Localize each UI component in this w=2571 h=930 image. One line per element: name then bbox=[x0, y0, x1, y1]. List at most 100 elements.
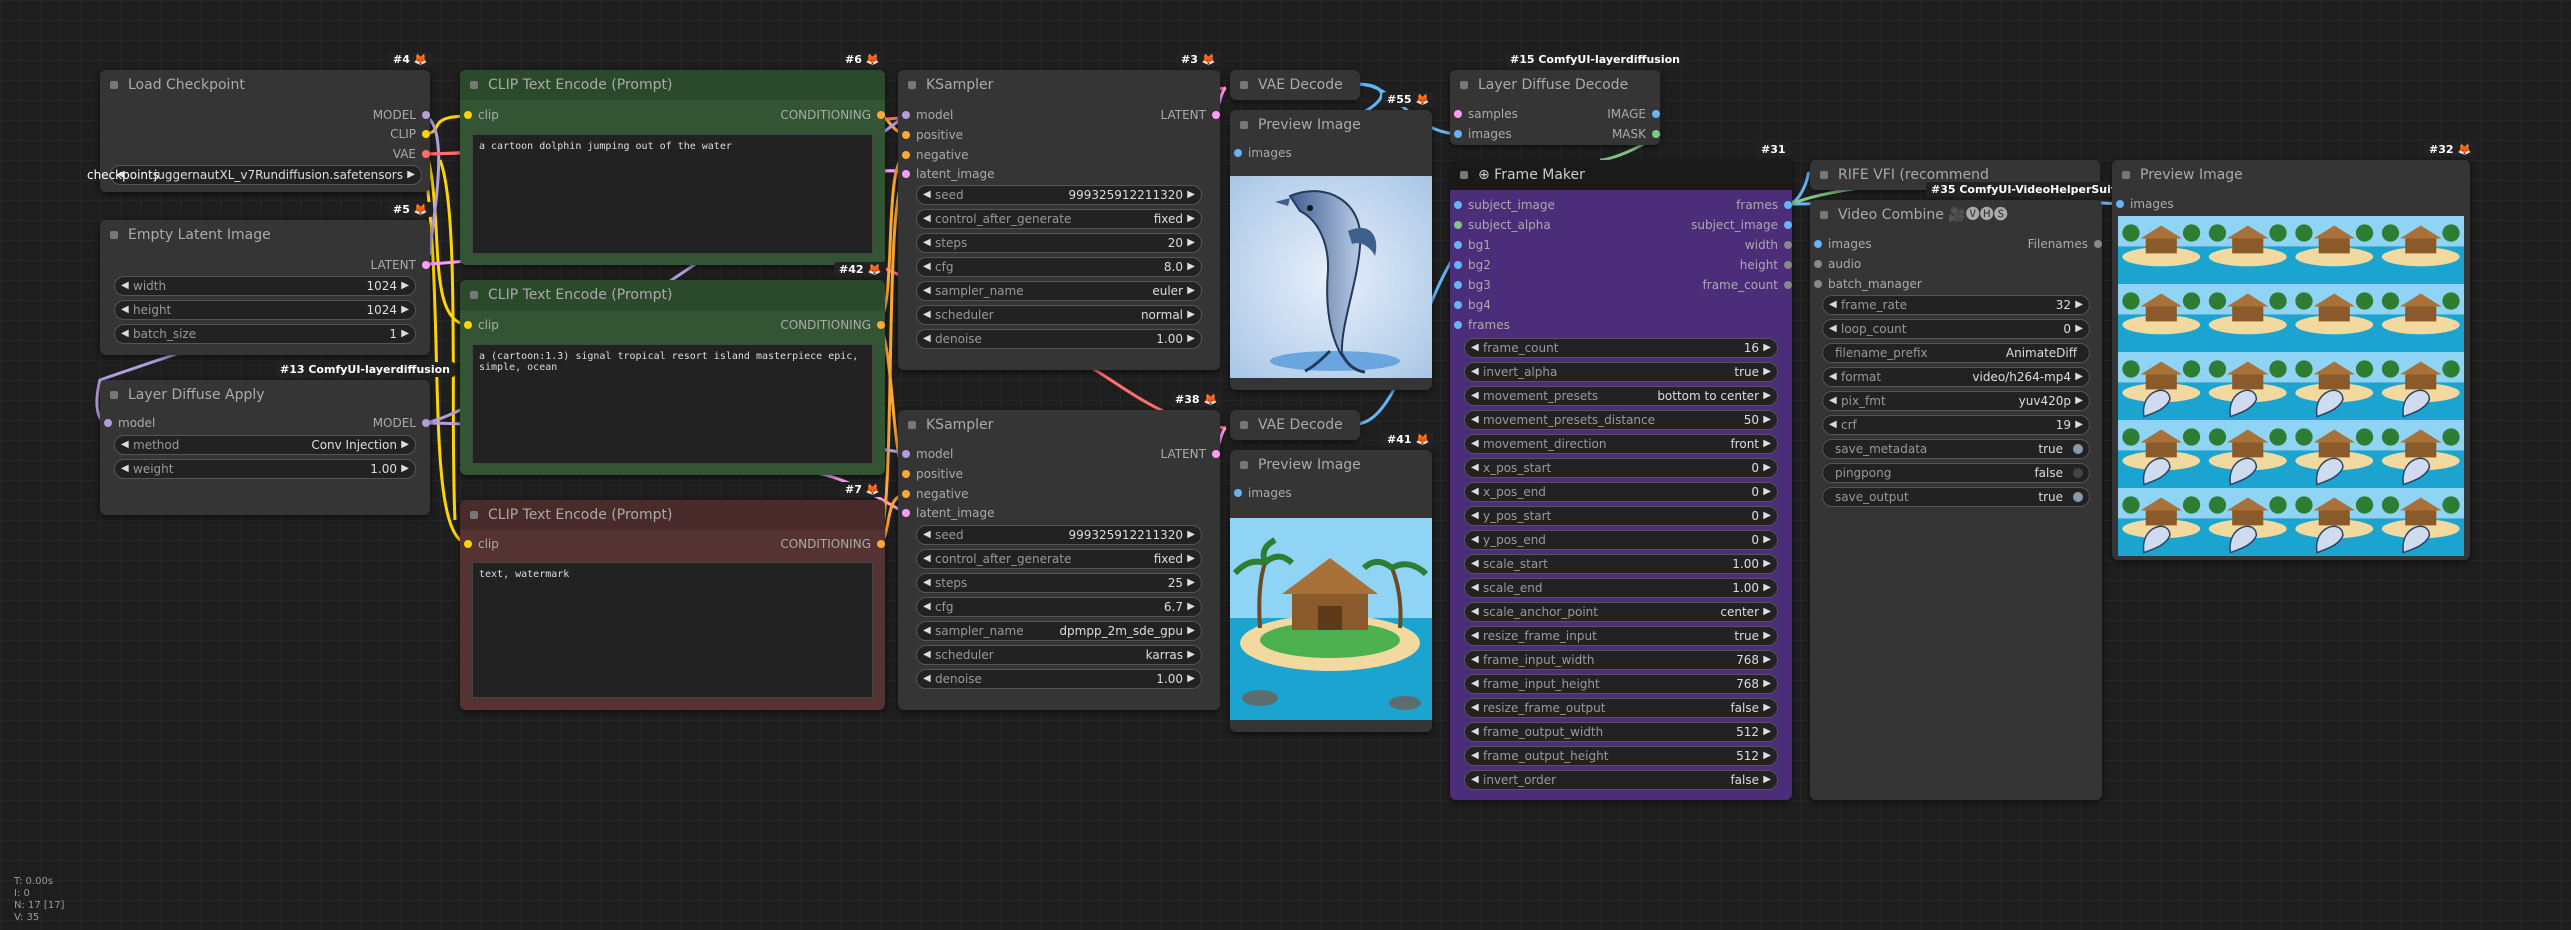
method-widget[interactable]: ◀ method Conv Injection ▶ bbox=[114, 435, 416, 455]
node-title[interactable]: Preview Image bbox=[1230, 450, 1432, 480]
arrow-left-icon[interactable]: ◀ bbox=[923, 598, 931, 616]
clip-text-encode-negative-node[interactable]: CLIP Text Encode (Prompt) clip CONDITION… bbox=[460, 500, 885, 710]
height-widget[interactable]: ◀ height 1024 ▶ bbox=[114, 300, 416, 320]
arrow-left-icon[interactable]: ◀ bbox=[1471, 531, 1479, 549]
arrow-left-icon[interactable]: ◀ bbox=[121, 325, 129, 343]
arrow-left-icon[interactable]: ◀ bbox=[1471, 483, 1479, 501]
sampler-name-widget[interactable]: ◀ sampler_name euler ▶ bbox=[916, 281, 1202, 301]
prompt-textarea[interactable]: text, watermark bbox=[472, 562, 873, 698]
arrow-left-icon[interactable]: ◀ bbox=[1471, 387, 1479, 405]
arrow-right-icon[interactable]: ▶ bbox=[1763, 339, 1771, 357]
y-pos-start-widget[interactable]: ◀ y_pos_start 0 ▶ bbox=[1464, 506, 1778, 526]
node-title[interactable]: CLIP Text Encode (Prompt) bbox=[460, 70, 885, 100]
seed-widget[interactable]: ◀ seed 999325912211320 ▶ bbox=[916, 525, 1202, 545]
arrow-right-icon[interactable]: ▶ bbox=[401, 325, 409, 343]
x-pos-start-widget[interactable]: ◀ x_pos_start 0 ▶ bbox=[1464, 458, 1778, 478]
input-images[interactable]: images bbox=[1810, 235, 1872, 253]
input-samples[interactable]: samples bbox=[1450, 105, 1518, 123]
input-frames[interactable]: frames bbox=[1450, 316, 1510, 334]
ksampler-node[interactable]: KSampler model positive negative latent_… bbox=[898, 410, 1220, 710]
collapse-dot[interactable] bbox=[470, 81, 478, 89]
input-bg1[interactable]: bg1 bbox=[1450, 236, 1491, 254]
x-pos-end-widget[interactable]: ◀ x_pos_end 0 ▶ bbox=[1464, 482, 1778, 502]
input-model[interactable]: model bbox=[898, 106, 953, 124]
arrow-right-icon[interactable]: ▶ bbox=[1763, 723, 1771, 741]
input-images[interactable]: images bbox=[1450, 125, 1512, 143]
arrow-left-icon[interactable]: ◀ bbox=[1471, 603, 1479, 621]
crf-widget[interactable]: ◀ crf 19 ▶ bbox=[1822, 415, 2090, 435]
pingpong-widget[interactable]: pingpong false bbox=[1822, 463, 2090, 483]
arrow-right-icon[interactable]: ▶ bbox=[1763, 483, 1771, 501]
arrow-left-icon[interactable]: ◀ bbox=[1829, 392, 1837, 410]
layer-diffuse-apply-node[interactable]: Layer Diffuse Apply model MODEL ◀ method C… bbox=[100, 380, 430, 515]
output-model[interactable]: MODEL bbox=[373, 106, 430, 124]
node-title[interactable]: Empty Latent Image bbox=[100, 220, 430, 250]
output-frame-count[interactable]: frame_count bbox=[1703, 276, 1792, 294]
node-title[interactable]: Layer Diffuse Decode bbox=[1450, 70, 1660, 100]
save-output-widget[interactable]: save_output true bbox=[1822, 487, 2090, 507]
collapse-dot[interactable] bbox=[1820, 211, 1828, 219]
collapse-dot[interactable] bbox=[110, 81, 118, 89]
arrow-right-icon[interactable]: ▶ bbox=[1187, 526, 1195, 544]
toggle-knob-icon[interactable] bbox=[2073, 444, 2083, 454]
arrow-right-icon[interactable]: ▶ bbox=[1187, 330, 1195, 348]
input-negative[interactable]: negative bbox=[898, 485, 968, 503]
input-positive[interactable]: positive bbox=[898, 126, 963, 144]
arrow-right-icon[interactable]: ▶ bbox=[407, 166, 415, 184]
node-title[interactable]: ⊕ Frame Maker bbox=[1450, 160, 1792, 190]
arrow-left-icon[interactable]: ◀ bbox=[923, 526, 931, 544]
arrow-right-icon[interactable]: ▶ bbox=[1763, 387, 1771, 405]
frame-maker-node[interactable]: ⊕ Frame Maker subject_image subject_alpha… bbox=[1450, 160, 1792, 800]
width-widget[interactable]: ◀ width 1024 ▶ bbox=[114, 276, 416, 296]
load-checkpoint-node[interactable]: Load Checkpoint MODEL CLIP VAE ◀ checkpoi… bbox=[87, 70, 430, 192]
input-subject-alpha[interactable]: subject_alpha bbox=[1450, 216, 1551, 234]
toggle-knob-icon[interactable] bbox=[2073, 492, 2083, 502]
save-metadata-widget[interactable]: save_metadata true bbox=[1822, 439, 2090, 459]
node-title[interactable]: Preview Image bbox=[1230, 110, 1432, 140]
movement-presets-distance-widget[interactable]: ◀ movement_presets_distance 50 ▶ bbox=[1464, 410, 1778, 430]
arrow-right-icon[interactable]: ▶ bbox=[1187, 258, 1195, 276]
arrow-right-icon[interactable]: ▶ bbox=[1763, 411, 1771, 429]
cfg-widget[interactable]: ◀ cfg 6.7 ▶ bbox=[916, 597, 1202, 617]
arrow-left-icon[interactable]: ◀ bbox=[1471, 459, 1479, 477]
arrow-right-icon[interactable]: ▶ bbox=[1763, 747, 1771, 765]
movement-presets-widget[interactable]: ◀ movement_presets bottom to center ▶ bbox=[1464, 386, 1778, 406]
arrow-left-icon[interactable]: ◀ bbox=[121, 460, 129, 478]
output-latent[interactable]: LATENT bbox=[371, 256, 430, 274]
arrow-left-icon[interactable]: ◀ bbox=[1829, 416, 1837, 434]
arrow-left-icon[interactable]: ◀ bbox=[1471, 507, 1479, 525]
frame-rate-widget[interactable]: ◀ frame_rate 32 ▶ bbox=[1822, 295, 2090, 315]
collapse-dot[interactable] bbox=[1820, 171, 1828, 179]
input-model[interactable]: model bbox=[898, 445, 953, 463]
input-bg2[interactable]: bg2 bbox=[1450, 256, 1491, 274]
arrow-right-icon[interactable]: ▶ bbox=[1187, 282, 1195, 300]
arrow-left-icon[interactable]: ◀ bbox=[1471, 555, 1479, 573]
arrow-left-icon[interactable]: ◀ bbox=[923, 550, 931, 568]
input-batch-manager[interactable]: batch_manager bbox=[1810, 275, 1922, 293]
scale-start-widget[interactable]: ◀ scale_start 1.00 ▶ bbox=[1464, 554, 1778, 574]
arrow-right-icon[interactable]: ▶ bbox=[2075, 320, 2083, 338]
arrow-right-icon[interactable]: ▶ bbox=[1763, 771, 1771, 789]
frame-input-width-widget[interactable]: ◀ frame_input_width 768 ▶ bbox=[1464, 650, 1778, 670]
resize-frame-input-widget[interactable]: ◀ resize_frame_input true ▶ bbox=[1464, 626, 1778, 646]
input-bg4[interactable]: bg4 bbox=[1450, 296, 1491, 314]
arrow-left-icon[interactable]: ◀ bbox=[1471, 675, 1479, 693]
arrow-left-icon[interactable]: ◀ bbox=[1471, 627, 1479, 645]
arrow-right-icon[interactable]: ▶ bbox=[2075, 416, 2083, 434]
node-title[interactable]: Preview Image bbox=[2112, 160, 2470, 190]
input-images[interactable]: images bbox=[1230, 144, 1292, 162]
node-title[interactable]: KSampler bbox=[898, 70, 1220, 100]
input-model[interactable]: model bbox=[100, 414, 155, 432]
arrow-right-icon[interactable]: ▶ bbox=[1763, 531, 1771, 549]
preview-image-grid-node[interactable]: Preview Image images bbox=[2112, 160, 2470, 560]
arrow-left-icon[interactable]: ◀ bbox=[1471, 651, 1479, 669]
input-audio[interactable]: audio bbox=[1810, 255, 1861, 273]
collapse-dot[interactable] bbox=[2122, 171, 2130, 179]
arrow-left-icon[interactable]: ◀ bbox=[121, 301, 129, 319]
input-subject-image[interactable]: subject_image bbox=[1450, 196, 1555, 214]
ksampler-node[interactable]: KSampler model positive negative latent_… bbox=[898, 70, 1220, 370]
arrow-left-icon[interactable]: ◀ bbox=[1471, 339, 1479, 357]
node-title[interactable]: Layer Diffuse Apply bbox=[100, 380, 430, 410]
vae-decode-node[interactable]: VAE Decode bbox=[1230, 70, 1360, 100]
vae-decode-node[interactable]: VAE Decode bbox=[1230, 410, 1360, 440]
